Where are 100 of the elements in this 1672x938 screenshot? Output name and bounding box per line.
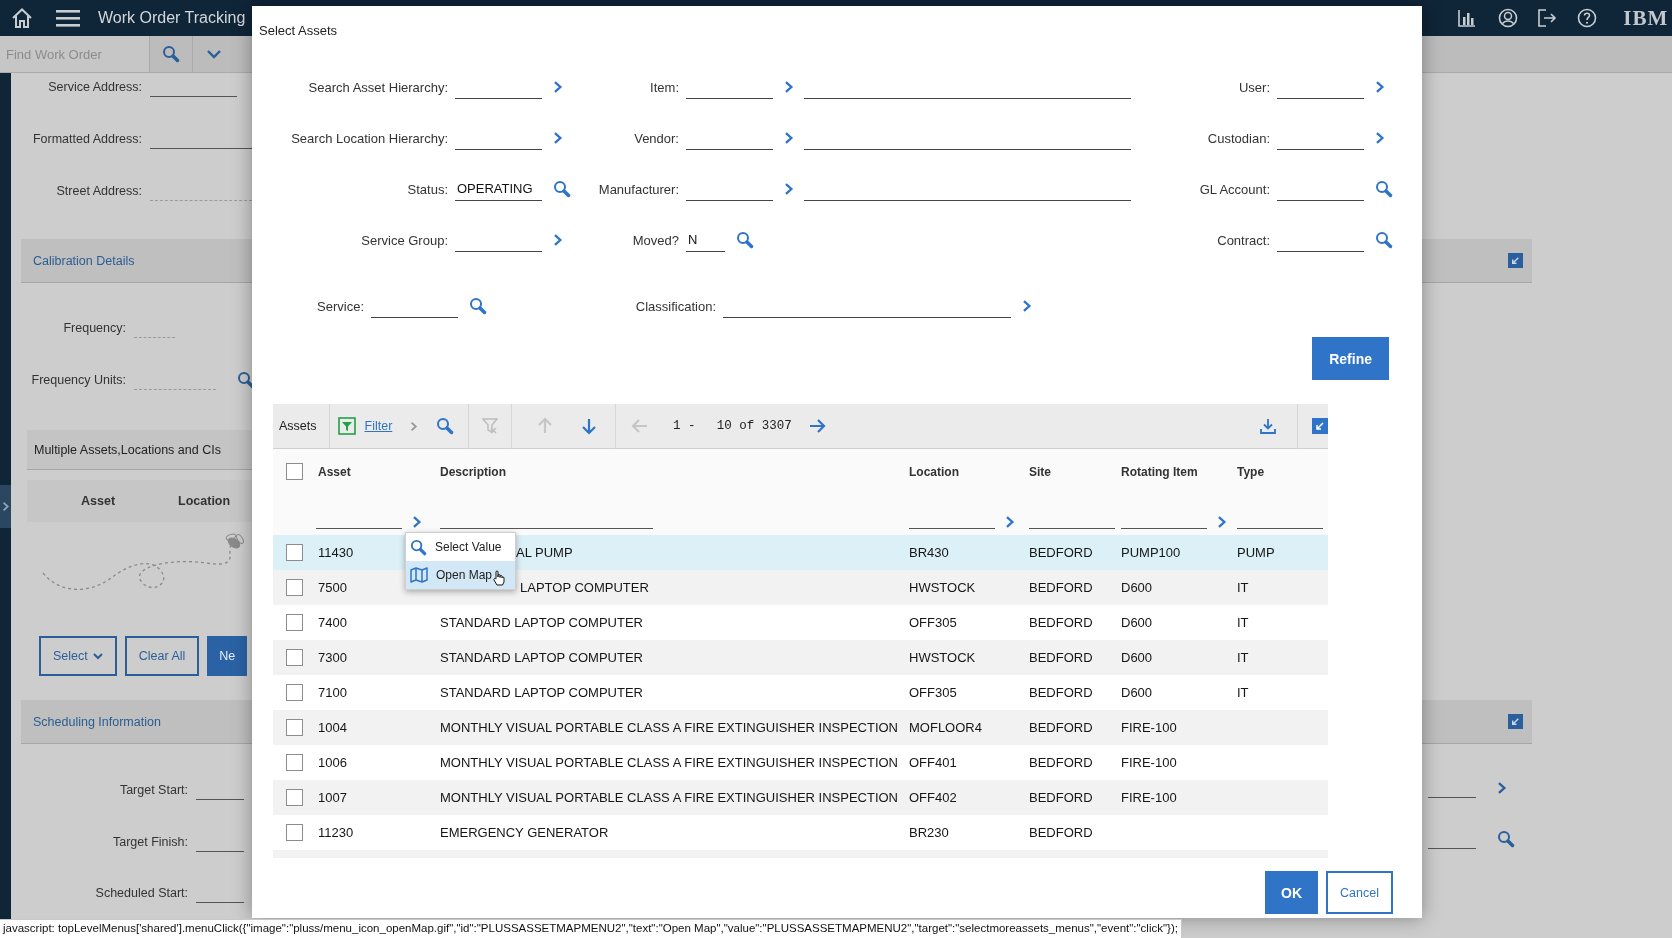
menu-item[interactable]: Select Value [406, 533, 515, 561]
column-header[interactable]: Type [1237, 464, 1328, 479]
search-icon[interactable] [553, 180, 571, 198]
search-icon[interactable] [162, 45, 180, 63]
field-label: Formatted Address: [31, 132, 143, 146]
chevron-icon[interactable] [1497, 781, 1507, 795]
chevron-icon[interactable] [1022, 299, 1032, 313]
search-icon[interactable] [1497, 830, 1515, 848]
hand-cursor-icon [493, 570, 505, 586]
chevron-icon[interactable] [553, 233, 563, 247]
text-field[interactable]: OPERATING [455, 177, 542, 201]
section-header[interactable]: Calibration Details [21, 239, 252, 283]
next-arrow-icon[interactable] [807, 418, 826, 434]
checkbox[interactable] [286, 719, 303, 736]
table-row[interactable]: 1006 MONTHLY VISUAL PORTABLE CLASS A FIRE EXTINGUISHER INSPECTION OFF401 BEDFORD FIRE-100 [273, 745, 1328, 780]
table-cell: IT [1237, 685, 1249, 700]
action-button[interactable]: Clear All [124, 636, 200, 676]
table-cell: FIRE-100 [1121, 720, 1177, 735]
ok-button[interactable]: OK [1265, 871, 1319, 914]
caret-icon [207, 49, 221, 59]
search-icon[interactable] [410, 538, 427, 556]
chevron-icon[interactable] [1217, 515, 1227, 529]
chart-icon[interactable] [1458, 9, 1477, 27]
status-bar: javascript: topLevelMenus['shared'].menuClick({"image":"pluss/menu_icon_openMap.gif","id":"PLUSSASSETMAPMENU2","text":"Open Map","value":"PLUSSASSETMAPMENU2","target":"selectmoreassets_menus","event":"click"}); [0, 919, 1182, 938]
column-header[interactable]: Site [1029, 464, 1121, 479]
chevron-icon[interactable] [553, 80, 563, 94]
checkbox[interactable] [286, 614, 303, 631]
table-cell: LAPTOP COMPUTER [520, 580, 649, 595]
checkbox[interactable] [286, 684, 303, 701]
checkbox[interactable] [286, 824, 303, 841]
search-icon[interactable] [436, 417, 454, 435]
field-label: Status: [406, 181, 449, 197]
chevron-icon[interactable] [553, 131, 563, 145]
checkbox[interactable] [286, 544, 303, 561]
search-icon[interactable] [237, 371, 252, 389]
down-arrow-icon[interactable] [580, 417, 597, 435]
chevron-icon[interactable] [1005, 515, 1015, 529]
chevron-icon[interactable] [1375, 80, 1385, 94]
column-header[interactable]: Location [909, 464, 1029, 479]
search-icon[interactable] [736, 231, 754, 249]
search-icon[interactable] [469, 297, 487, 315]
chevron-icon[interactable] [784, 131, 794, 145]
column-header[interactable]: Description [440, 464, 909, 479]
chevron-icon[interactable] [1, 501, 10, 512]
filter-icon[interactable] [337, 417, 356, 435]
table-cell: STANDARD LAPTOP COMPUTER [440, 650, 643, 665]
checkbox[interactable] [286, 649, 303, 666]
search-field[interactable]: Find Work Order [0, 36, 149, 72]
section-header[interactable] [1422, 700, 1532, 744]
table-cell: HWSTOCK [909, 650, 976, 665]
download-icon[interactable] [1258, 417, 1277, 435]
table-cell: BEDFORD [1029, 545, 1093, 560]
minimize-icon[interactable] [1508, 714, 1523, 729]
action-button[interactable]: Ne [207, 636, 248, 676]
section-header[interactable]: Scheduling Information [21, 700, 252, 744]
table-cell: BR430 [909, 545, 949, 560]
menu-icon[interactable] [56, 8, 80, 28]
chevron-icon[interactable] [412, 515, 422, 529]
chevron-icon[interactable] [410, 420, 418, 432]
table-cell: BEDFORD [1029, 825, 1093, 840]
checkbox[interactable] [286, 754, 303, 771]
column-header[interactable]: Asset [318, 464, 440, 479]
table-row[interactable]: 11230 EMERGENCY GENERATOR BR230 BEDFORD [273, 815, 1328, 850]
help-icon[interactable] [1577, 8, 1598, 28]
chevron-icon[interactable] [784, 182, 794, 196]
cancel-button[interactable]: Cancel [1326, 871, 1393, 914]
section-header[interactable]: Multiple Assets,Locations and CIs [27, 430, 252, 470]
field-label: Scheduled Start: [94, 886, 189, 900]
expand-handle[interactable] [0, 485, 11, 528]
chevron-icon[interactable] [784, 80, 794, 94]
minimize-icon[interactable] [1312, 418, 1328, 434]
user-icon[interactable] [1498, 8, 1519, 28]
text-field[interactable]: N [686, 228, 725, 252]
table-cell: OFF305 [909, 685, 957, 700]
table-cell: D600 [1121, 685, 1153, 700]
table-row[interactable]: 7100 STANDARD LAPTOP COMPUTER OFF305 BEDFORD D600 IT [273, 675, 1328, 710]
menu-item[interactable]: Open Map [406, 561, 515, 589]
search-icon[interactable] [1375, 180, 1393, 198]
chevron-icon[interactable] [1375, 131, 1385, 145]
column-header[interactable]: Rotating Item [1121, 464, 1237, 479]
search-icon[interactable] [1375, 231, 1393, 249]
checkbox[interactable] [286, 789, 303, 806]
action-button[interactable]: Select [39, 636, 117, 676]
section-header[interactable] [1422, 239, 1532, 283]
logout-icon[interactable] [1537, 8, 1558, 28]
page-start: 1 - [673, 419, 696, 433]
filter-link[interactable]: Filter [364, 419, 393, 433]
table-cell: AL PUMP [516, 545, 573, 560]
table-cell: BEDFORD [1029, 685, 1093, 700]
home-icon[interactable] [11, 7, 33, 29]
refine-button[interactable]: Refine [1312, 337, 1389, 380]
table-cell: D600 [1121, 580, 1153, 595]
table-cell: OFF305 [909, 615, 957, 630]
field-label: Target Start: [118, 783, 189, 797]
checkbox[interactable] [286, 463, 303, 480]
app-title: Work Order Tracking [98, 9, 246, 27]
checkbox[interactable] [286, 579, 303, 596]
minimize-icon[interactable] [1508, 253, 1523, 268]
table-row[interactable]: 7400 STANDARD LAPTOP COMPUTER OFF305 BEDFORD D600 IT [273, 605, 1328, 640]
field-label: Classification: [634, 298, 717, 314]
